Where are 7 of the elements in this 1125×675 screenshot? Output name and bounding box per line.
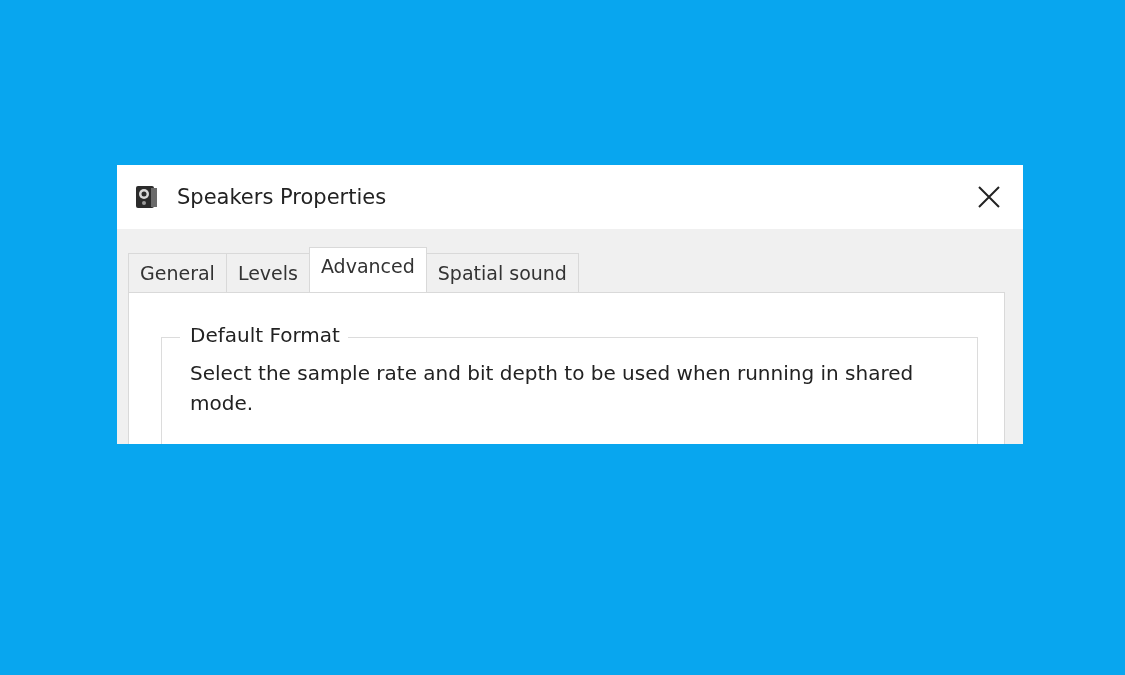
description-text: Select the sample rate and bit depth to be used when running in shared mode. — [190, 360, 915, 417]
tab[interactable]: General — [128, 253, 227, 292]
tab[interactable]: Spatial sound — [425, 253, 579, 292]
window-title: Speakers Properties — [177, 185, 388, 209]
speaker-icon — [133, 184, 159, 210]
close-icon — [977, 185, 1001, 209]
tab[interactable]: Advanced — [308, 247, 427, 292]
